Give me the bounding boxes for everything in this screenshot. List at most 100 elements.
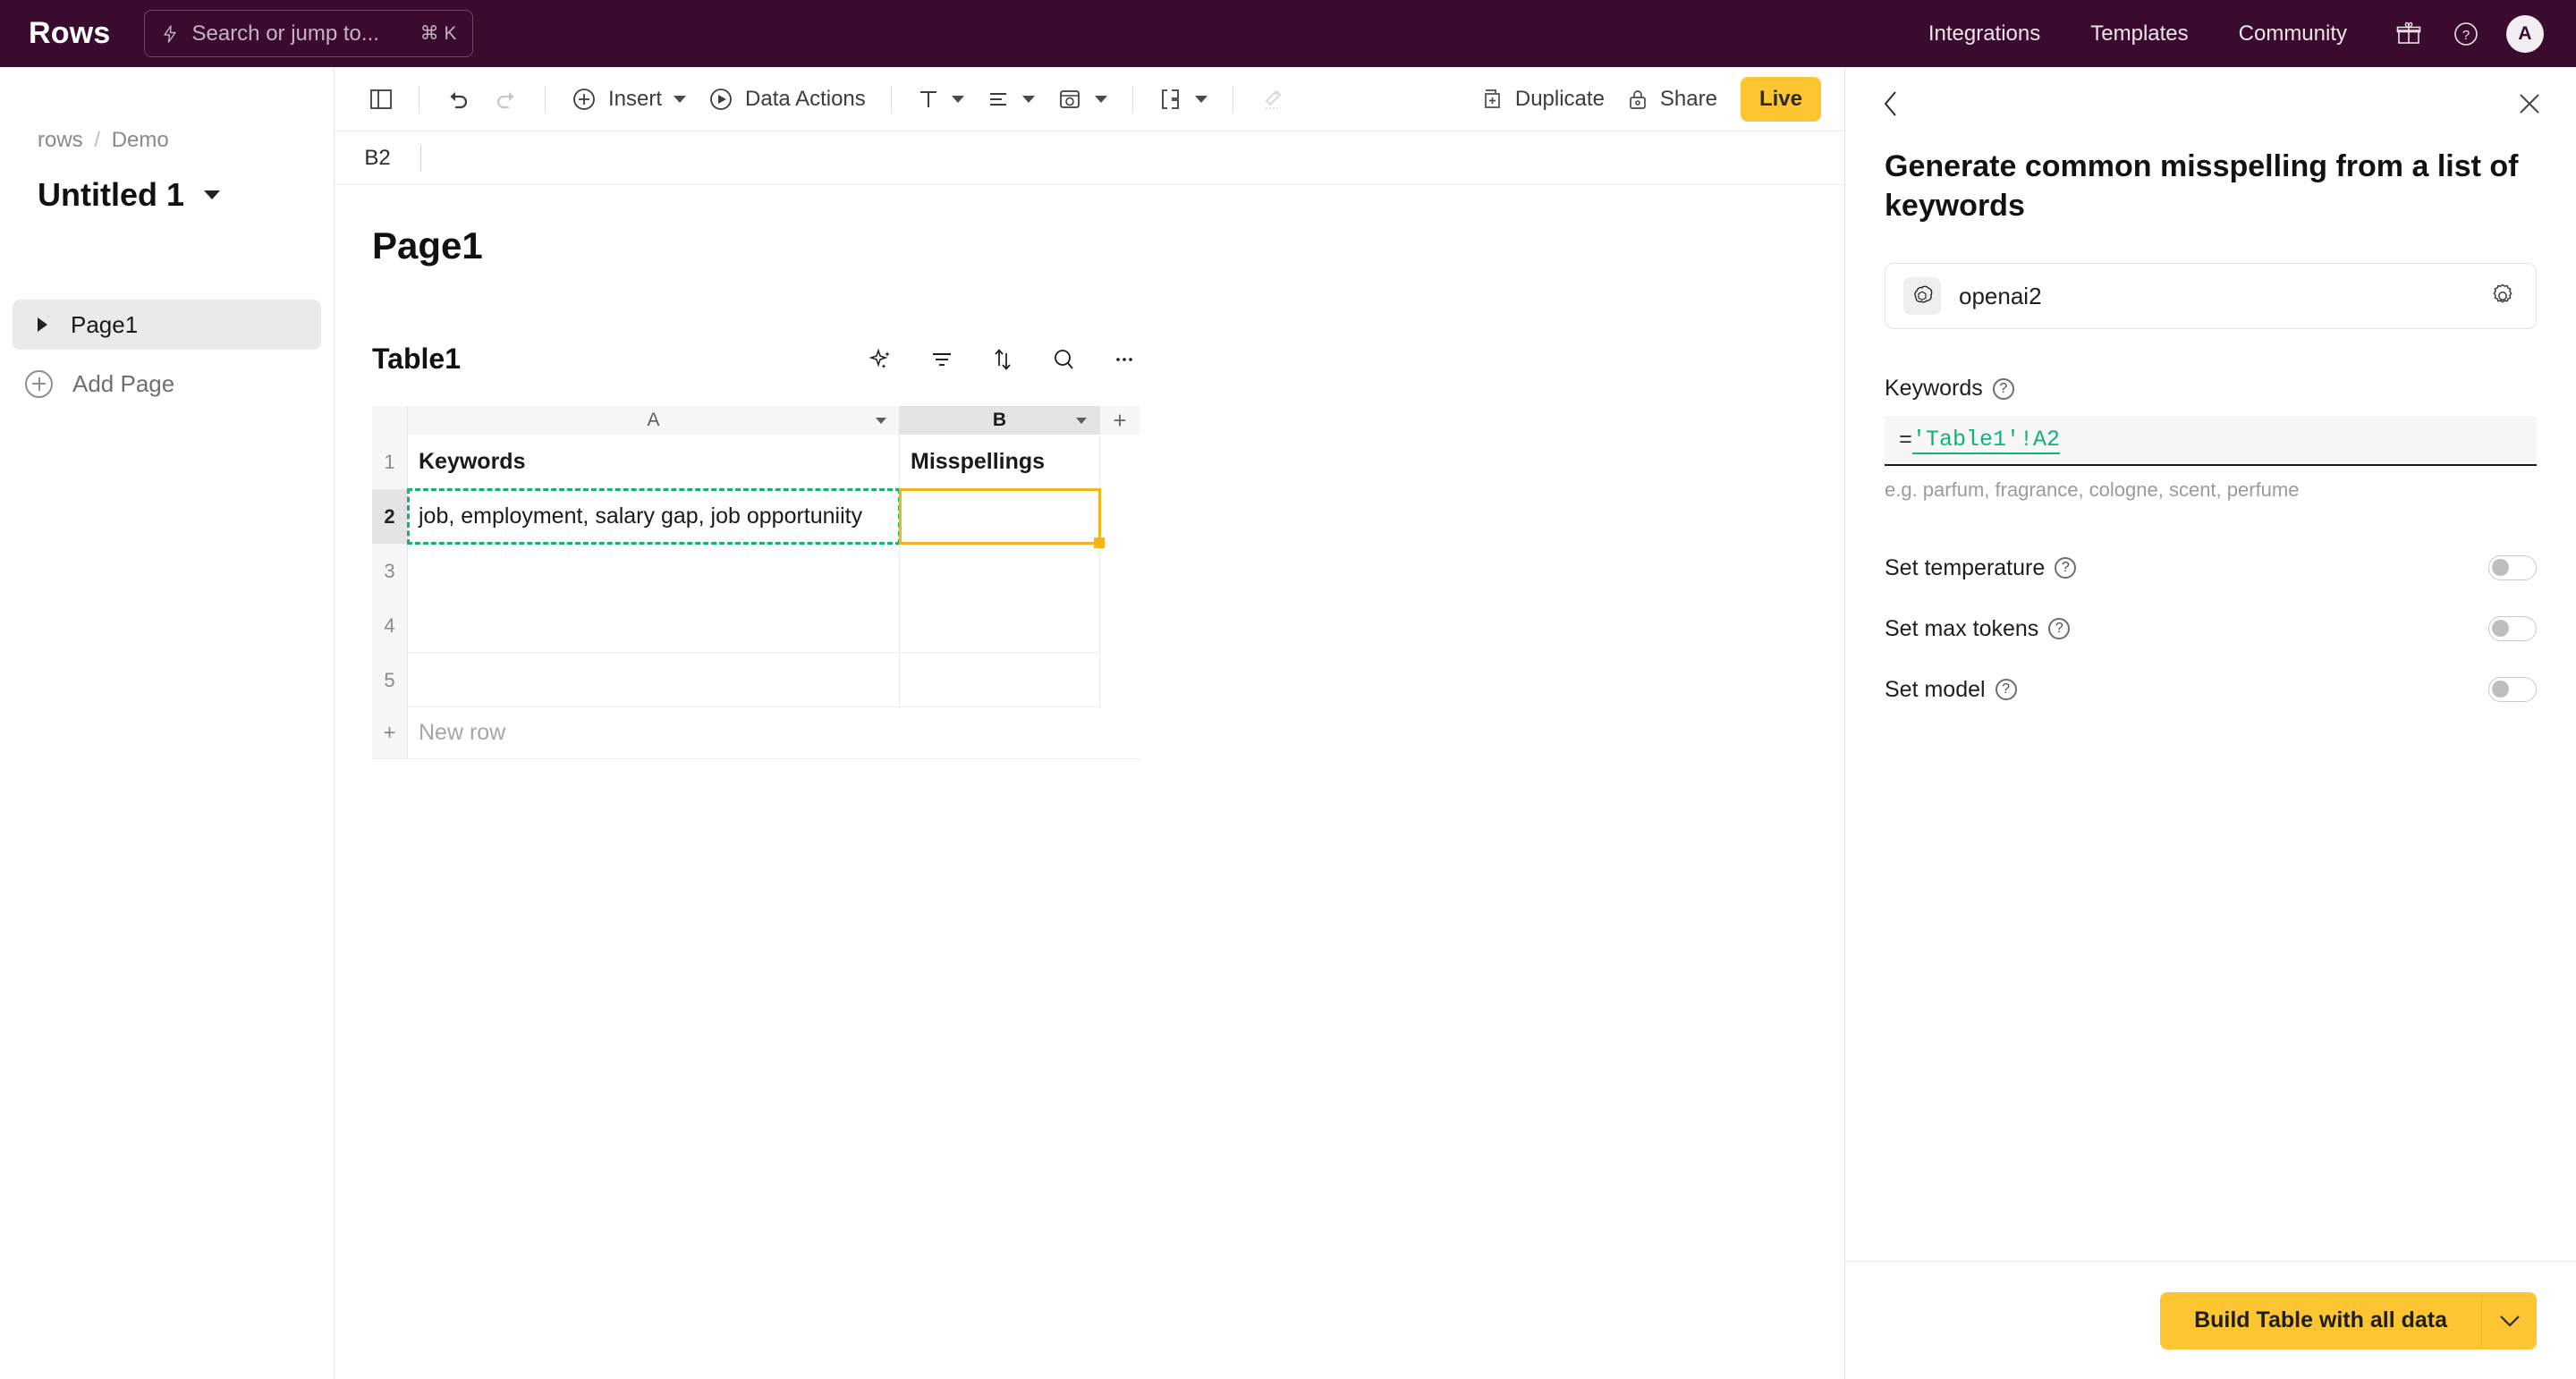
new-row-button[interactable]: + New row [372,707,1140,759]
row-header[interactable]: 3 [372,544,408,598]
close-icon[interactable] [2510,84,2549,123]
nav-link-integrations[interactable]: Integrations [1903,21,2065,47]
table-cell-b3[interactable] [900,544,1100,598]
bolt-icon [161,24,179,44]
sidebar-toggle-button[interactable] [358,76,404,123]
new-row-plus-icon: + [372,707,408,758]
rows-logo[interactable]: Rows [29,16,110,51]
duplicate-button[interactable]: Duplicate [1469,76,1615,123]
integration-name: openai2 [1959,282,2042,309]
new-row-label: New row [419,720,506,745]
row-header[interactable]: 2 [372,489,408,544]
row-header[interactable]: 1 [372,435,408,489]
column-header-a[interactable]: A [408,406,900,435]
setting-label-temperature: Set temperature [1885,554,2046,580]
text-format-button[interactable] [906,76,975,123]
cell-color-button[interactable] [1046,76,1118,123]
sidebar-item-page1[interactable]: Page1 [13,300,321,350]
svg-text:?: ? [2462,28,2470,43]
sort-icon[interactable] [987,344,1018,375]
setting-row-max-tokens: Set max tokens ? [1885,598,2537,659]
left-sidebar: rows / Demo Untitled 1 Page1 Add Page [0,67,335,1379]
toggle-set-max-tokens[interactable] [2488,616,2537,642]
table-cell-a4[interactable] [408,598,900,653]
share-button[interactable]: Share [1615,76,1728,123]
panel-title: Generate common misspelling from a list … [1885,149,2519,223]
nav-link-templates[interactable]: Templates [2065,21,2213,47]
chevron-down-icon[interactable] [1021,95,1035,103]
data-actions-label: Data Actions [745,86,866,111]
nav-link-community[interactable]: Community [2214,21,2372,47]
breadcrumb-folder[interactable]: Demo [112,128,169,152]
page-title: Untitled 1 [38,176,185,213]
question-icon[interactable]: ? [2055,557,2077,580]
search-input[interactable]: Search or jump to... [191,21,419,47]
chevron-down-icon[interactable] [1094,95,1107,103]
search-icon[interactable] [1048,344,1079,375]
toggle-knob [2492,559,2509,577]
breadcrumb-workspace[interactable]: rows [38,128,83,152]
live-button[interactable]: Live [1740,76,1821,122]
data-actions-button[interactable]: Data Actions [697,76,877,123]
grid-corner [372,406,408,435]
table-cell-a3[interactable] [408,544,900,598]
undo-button[interactable] [434,76,482,123]
row-header[interactable]: 4 [372,598,408,653]
keywords-label: Keywords [1885,376,1983,402]
borders-button[interactable] [1148,76,1218,123]
more-options-icon[interactable] [1109,344,1140,375]
cell-reference[interactable]: B2 [335,146,420,171]
formula-cell-reference[interactable]: 'Table1'!A2 [1912,427,2061,454]
formula-bar-divider [420,144,421,172]
build-table-button[interactable]: Build Table with all data [2160,1291,2481,1349]
integration-account-card[interactable]: openai2 [1885,263,2537,330]
toolbar-divider [545,85,546,113]
table-cell-b1[interactable]: Misspellings [900,435,1100,489]
table-cell-b2[interactable] [899,488,1105,548]
chevron-down-icon[interactable] [1076,417,1087,424]
insert-button[interactable]: Insert [560,76,697,123]
table-cell-a5[interactable] [408,653,900,707]
column-header-b[interactable]: B [900,406,1100,435]
build-options-dropdown[interactable] [2481,1291,2537,1349]
ai-sparkle-icon[interactable] [866,344,896,375]
document-title-row[interactable]: Untitled 1 [38,176,334,214]
keywords-input[interactable]: = 'Table1'!A2 [1885,416,2537,467]
chevron-left-icon[interactable] [1872,84,1911,123]
table-cell-b5[interactable] [900,653,1100,707]
row-header[interactable]: 5 [372,653,408,707]
table-cell-b4[interactable] [900,598,1100,653]
question-icon[interactable]: ? [2048,618,2071,640]
gear-icon[interactable] [2487,281,2518,311]
toggle-set-model[interactable] [2488,677,2537,703]
expand-triangle-icon[interactable] [38,317,47,332]
add-page-button[interactable]: Add Page [25,362,334,405]
table-name[interactable]: Table1 [372,343,461,376]
toggle-knob [2492,681,2509,698]
table-cell-a2[interactable]: job, employment, salary gap, job opportu… [407,488,901,545]
chevron-down-icon[interactable] [204,190,221,199]
question-icon[interactable]: ? [1995,679,2017,701]
add-page-label: Add Page [72,369,175,397]
chevron-down-icon[interactable] [951,95,964,103]
align-button[interactable] [975,76,1046,123]
toggle-set-temperature[interactable] [2488,555,2537,581]
chevron-down-icon[interactable] [1194,95,1208,103]
filter-icon[interactable] [927,344,957,375]
panel-top-bar [1845,67,2576,131]
chevron-down-icon[interactable] [674,95,687,103]
add-column-button[interactable]: + [1100,406,1140,435]
clear-formatting-button[interactable] [1248,76,1296,123]
toolbar-divider [1131,85,1133,113]
global-search-box[interactable]: Search or jump to... ⌘ K [144,10,474,57]
formula-bar: B2 [335,131,1844,185]
question-icon[interactable]: ? [1992,377,2014,400]
redo-button[interactable] [482,76,530,123]
question-circle-icon[interactable]: ? [2445,13,2487,55]
gift-icon[interactable] [2388,13,2429,55]
avatar[interactable]: A [2506,14,2544,53]
main-content-area: Insert Data Actions Duplicate Share Live… [335,67,1844,1379]
chevron-down-icon [2499,1315,2520,1327]
table-cell-a1[interactable]: Keywords [408,435,900,489]
chevron-down-icon[interactable] [876,417,886,424]
